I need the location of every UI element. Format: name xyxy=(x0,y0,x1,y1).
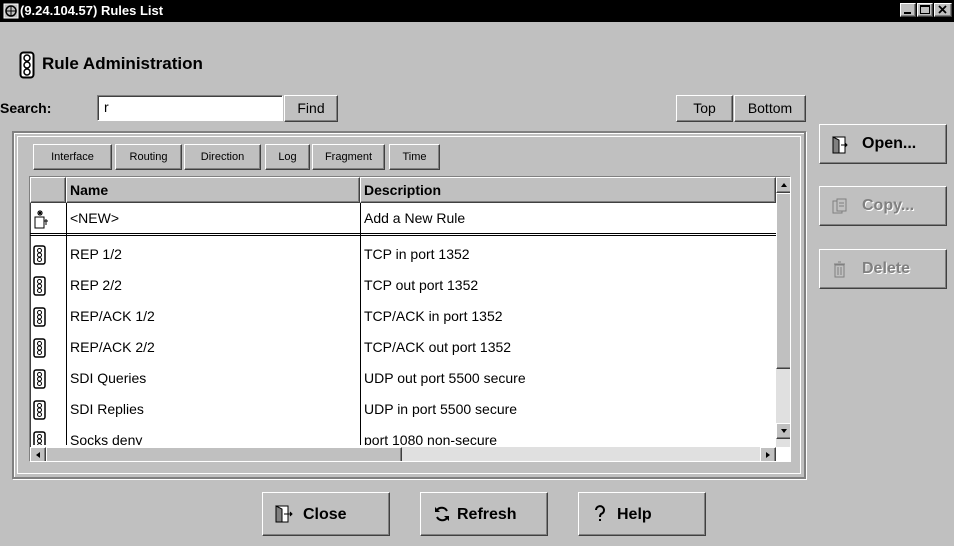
table-body: <NEW> Add a New Rule REP 1/2 TCP in port… xyxy=(30,203,776,445)
filter-log-button[interactable]: Log xyxy=(265,144,310,170)
rules-table: Name Description <NEW> Add a New Rule RE… xyxy=(29,176,791,462)
filter-direction-button[interactable]: Direction xyxy=(184,144,261,170)
refresh-arrows-icon xyxy=(433,505,451,523)
delete-button[interactable]: Delete xyxy=(819,249,947,289)
top-button[interactable]: Top xyxy=(676,95,733,122)
scroll-left-button[interactable] xyxy=(30,447,46,461)
close-button-label: Close xyxy=(303,506,347,523)
traffic-light-icon xyxy=(33,431,47,445)
row-name: Socks deny xyxy=(70,432,143,445)
row-name: REP 2/2 xyxy=(70,277,122,293)
traffic-light-icon xyxy=(33,338,47,358)
name-column-header[interactable]: Name xyxy=(66,177,360,203)
filter-fragment-button[interactable]: Fragment xyxy=(312,144,385,170)
table-row-new[interactable]: <NEW> Add a New Rule xyxy=(30,203,776,236)
row-name: SDI Replies xyxy=(70,401,144,417)
search-label: Search: xyxy=(0,100,52,116)
vertical-scrollbar[interactable] xyxy=(776,177,790,447)
open-button-label: Open... xyxy=(862,135,917,152)
table-row[interactable]: SDI Queries UDP out port 5500 secure xyxy=(30,363,776,394)
trash-can-icon xyxy=(832,261,848,279)
maximize-button[interactable] xyxy=(917,3,933,17)
row-name: REP 1/2 xyxy=(70,246,122,262)
help-button-label: Help xyxy=(617,506,652,523)
vertical-scroll-thumb[interactable] xyxy=(776,193,790,369)
scroll-down-button[interactable] xyxy=(776,423,790,439)
delete-button-label: Delete xyxy=(862,260,911,277)
new-rule-icon xyxy=(33,209,48,229)
row-description: TCP out port 1352 xyxy=(364,277,479,293)
table-row[interactable]: Socks deny port 1080 non-secure xyxy=(30,425,776,445)
refresh-button[interactable]: Refresh xyxy=(420,492,548,536)
traffic-light-icon xyxy=(33,245,47,265)
traffic-light-icon xyxy=(33,276,47,296)
title-bar[interactable]: (9.24.104.57) Rules List xyxy=(0,0,954,22)
horizontal-scrollbar[interactable] xyxy=(30,447,776,461)
row-description: TCP/ACK out port 1352 xyxy=(364,339,512,355)
traffic-light-icon xyxy=(33,400,47,420)
traffic-light-icon xyxy=(33,307,47,327)
row-description: Add a New Rule xyxy=(364,210,466,226)
filter-interface-button[interactable]: Interface xyxy=(33,144,112,170)
close-button[interactable]: Close xyxy=(262,492,390,536)
help-button[interactable]: Help xyxy=(578,492,706,536)
scroll-up-button[interactable] xyxy=(776,177,790,193)
row-description: UDP out port 5500 secure xyxy=(364,370,526,386)
window-title: (9.24.104.57) Rules List xyxy=(20,3,164,18)
close-window-button[interactable] xyxy=(934,3,952,17)
copy-button[interactable]: Copy... xyxy=(819,186,947,226)
table-row[interactable]: REP 1/2 TCP in port 1352 xyxy=(30,239,776,270)
row-name: REP/ACK 1/2 xyxy=(70,308,155,324)
open-button[interactable]: Open... xyxy=(819,124,947,164)
description-column-header[interactable]: Description xyxy=(360,177,776,203)
copy-button-label: Copy... xyxy=(862,197,915,214)
open-door-icon xyxy=(832,136,848,154)
search-input[interactable]: r xyxy=(97,95,283,121)
question-mark-icon xyxy=(591,505,609,523)
table-row[interactable]: REP/ACK 1/2 TCP/ACK in port 1352 xyxy=(30,301,776,332)
row-name: SDI Queries xyxy=(70,370,147,386)
table-row[interactable]: REP/ACK 2/2 TCP/ACK out port 1352 xyxy=(30,332,776,363)
find-button[interactable]: Find xyxy=(284,95,338,122)
row-description: UDP in port 5500 secure xyxy=(364,401,518,417)
table-row[interactable]: SDI Replies UDP in port 5500 secure xyxy=(30,394,776,425)
traffic-light-icon xyxy=(33,369,47,389)
row-description: TCP in port 1352 xyxy=(364,246,470,262)
filter-time-button[interactable]: Time xyxy=(389,144,440,170)
table-header: Name Description xyxy=(30,177,776,203)
table-row[interactable]: REP 2/2 TCP out port 1352 xyxy=(30,270,776,301)
row-description: port 1080 non-secure xyxy=(364,432,498,445)
row-description: TCP/ACK in port 1352 xyxy=(364,308,503,324)
app-window-icon xyxy=(3,3,19,19)
copy-icon xyxy=(832,198,848,216)
exit-door-icon xyxy=(275,505,293,523)
row-name: <NEW> xyxy=(70,210,120,226)
filter-routing-button[interactable]: Routing xyxy=(115,144,182,170)
refresh-button-label: Refresh xyxy=(457,506,517,523)
horizontal-scroll-thumb[interactable] xyxy=(46,447,402,461)
icon-column-header[interactable] xyxy=(30,177,66,203)
minimize-button[interactable] xyxy=(900,3,916,17)
traffic-light-icon xyxy=(19,51,35,81)
page-title: Rule Administration xyxy=(42,54,203,73)
row-name: REP/ACK 2/2 xyxy=(70,339,155,355)
bottom-button[interactable]: Bottom xyxy=(734,95,806,122)
scroll-right-button[interactable] xyxy=(760,447,776,461)
